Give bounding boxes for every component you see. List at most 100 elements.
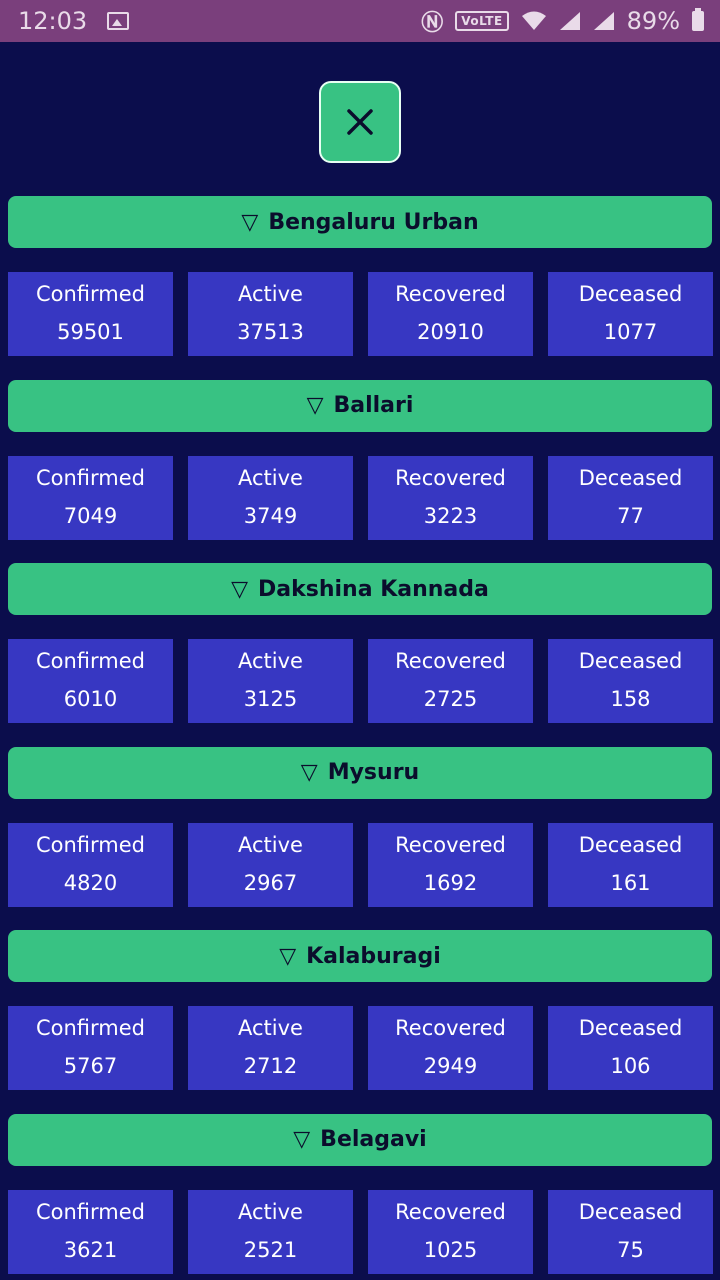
stat-label: Confirmed: [35, 465, 146, 490]
expand-triangle-icon: ▽: [293, 1127, 311, 1152]
district-header[interactable]: ▽ Belagavi: [8, 1113, 712, 1166]
stat-label: Confirmed: [35, 282, 146, 307]
stat-label: Active: [238, 1016, 303, 1041]
stat-value: 5767: [63, 1054, 118, 1078]
stat-confirmed: Confirmed 6010: [8, 639, 173, 723]
stat-label: Deceased: [578, 1199, 683, 1224]
stat-value: 106: [610, 1054, 651, 1078]
district-name: Kalaburagi: [306, 943, 441, 969]
stat-label: Active: [238, 832, 303, 857]
stat-value: 4820: [63, 870, 118, 895]
stat-value: 59501: [57, 320, 124, 344]
nfc-icon: Ⓝ: [421, 11, 444, 36]
status-bar: 12:03 Ⓝ VoLTE 89%: [0, 0, 720, 42]
stat-recovered: Recovered 1025: [368, 1189, 533, 1274]
stat-value: 1692: [423, 870, 478, 895]
stat-label: Active: [238, 465, 303, 490]
stat-value: 2949: [423, 1054, 478, 1078]
stat-recovered: Recovered 2725: [368, 639, 533, 723]
stat-deceased: Deceased 75: [548, 1189, 713, 1274]
signal-icon: [559, 12, 580, 30]
stat-confirmed: Confirmed 3621: [8, 1189, 173, 1274]
stat-label: Confirmed: [35, 1016, 146, 1041]
stat-value: 7049: [63, 503, 118, 528]
district-header[interactable]: ▽ Mysuru: [8, 746, 712, 799]
stat-value: 6010: [63, 687, 118, 711]
stat-value: 2725: [423, 687, 478, 711]
district-header[interactable]: ▽ Dakshina Kannada: [8, 563, 712, 615]
stat-value: 20910: [417, 320, 484, 344]
close-button[interactable]: [319, 81, 401, 163]
stat-value: 2521: [243, 1237, 298, 1262]
stat-recovered: Recovered 2949: [368, 1006, 533, 1090]
stat-deceased: Deceased 77: [548, 455, 713, 540]
stat-value: 2967: [243, 870, 298, 895]
stat-confirmed: Confirmed 4820: [8, 822, 173, 907]
image-notification-icon: [107, 12, 130, 30]
expand-triangle-icon: ▽: [300, 760, 318, 785]
stat-label: Recovered: [395, 832, 506, 857]
stat-value: 2712: [243, 1054, 298, 1078]
stat-label: Active: [238, 1199, 303, 1224]
battery-percent: 89%: [626, 7, 680, 35]
stat-value: 3621: [63, 1237, 118, 1262]
stat-deceased: Deceased 161: [548, 822, 713, 907]
stat-label: Deceased: [578, 465, 683, 490]
expand-triangle-icon: ▽: [306, 393, 324, 418]
stat-confirmed: Confirmed 7049: [8, 455, 173, 540]
stat-recovered: Recovered 20910: [368, 272, 533, 356]
stat-active: Active 2712: [188, 1006, 353, 1090]
stat-confirmed: Confirmed 59501: [8, 272, 173, 356]
stat-label: Deceased: [578, 649, 683, 674]
stat-value: 1077: [603, 320, 658, 344]
close-icon: [347, 109, 373, 135]
wifi-icon: [521, 11, 546, 30]
stat-label: Active: [238, 649, 303, 674]
stat-value: 3223: [423, 503, 478, 528]
stat-value: 1025: [423, 1237, 478, 1262]
stat-label: Recovered: [395, 465, 506, 490]
stat-value: 75: [617, 1237, 644, 1262]
stat-deceased: Deceased 158: [548, 639, 713, 723]
stat-label: Recovered: [395, 1016, 506, 1041]
expand-triangle-icon: ▽: [231, 576, 249, 602]
district-name: Bengaluru Urban: [268, 209, 479, 235]
stat-value: 161: [610, 870, 651, 895]
stat-deceased: Deceased 106: [548, 1006, 713, 1090]
stat-value: 3125: [243, 687, 298, 711]
district-header[interactable]: ▽ Bengaluru Urban: [8, 196, 712, 248]
stat-label: Confirmed: [35, 649, 146, 674]
stat-label: Deceased: [578, 832, 683, 857]
district-header[interactable]: ▽ Ballari: [8, 379, 712, 432]
stat-label: Confirmed: [35, 1199, 146, 1224]
stat-active: Active 3749: [188, 455, 353, 540]
stat-value: 3749: [243, 503, 298, 528]
status-time: 12:03: [18, 7, 88, 35]
stat-label: Deceased: [578, 1016, 683, 1041]
expand-triangle-icon: ▽: [241, 209, 259, 235]
signal-icon-2: [593, 12, 614, 30]
stat-active: Active 2521: [188, 1189, 353, 1274]
stat-value: 37513: [237, 320, 304, 344]
stat-label: Recovered: [395, 282, 506, 307]
stat-value: 77: [617, 503, 644, 528]
district-name: Dakshina Kannada: [258, 576, 489, 602]
stat-label: Recovered: [395, 1199, 506, 1224]
stat-value: 158: [610, 687, 651, 711]
stat-label: Recovered: [395, 649, 506, 674]
district-name: Belagavi: [320, 1127, 427, 1152]
status-icons: Ⓝ VoLTE 89%: [421, 5, 704, 37]
district-name: Mysuru: [327, 760, 420, 785]
stat-active: Active 37513: [188, 272, 353, 356]
stat-recovered: Recovered 1692: [368, 822, 533, 907]
stat-label: Deceased: [578, 282, 683, 307]
district-header[interactable]: ▽ Kalaburagi: [8, 930, 712, 982]
stat-active: Active 3125: [188, 639, 353, 723]
stat-active: Active 2967: [188, 822, 353, 907]
stat-label: Confirmed: [35, 832, 146, 857]
stat-deceased: Deceased 1077: [548, 272, 713, 356]
stat-label: Active: [238, 282, 303, 307]
district-name: Ballari: [333, 393, 414, 418]
expand-triangle-icon: ▽: [279, 943, 297, 969]
volte-badge: VoLTE: [455, 11, 509, 31]
